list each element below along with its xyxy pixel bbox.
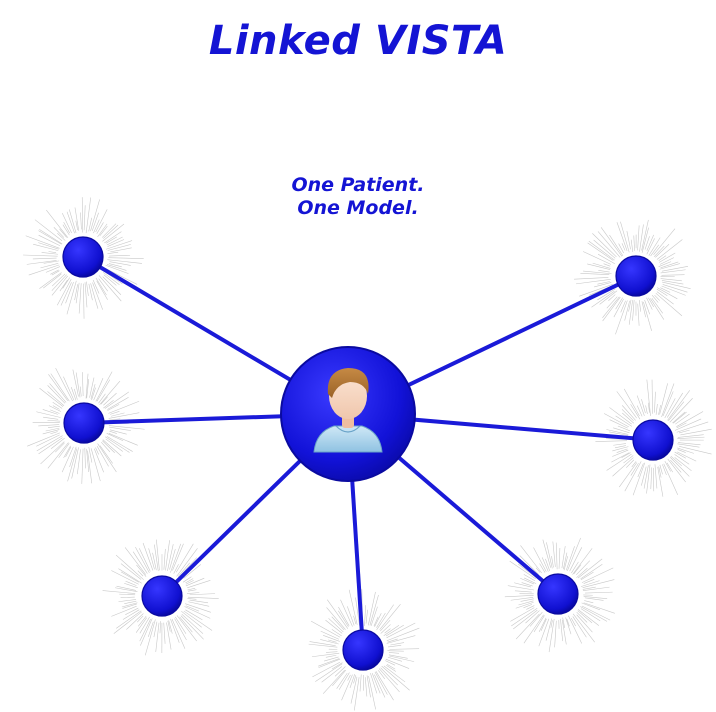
patient-hub [280, 346, 416, 482]
satellite-node [342, 629, 384, 671]
subtitle: One Patient. One Model. [0, 174, 716, 220]
satellite-node [615, 255, 657, 297]
subtitle-line-2: One Model. [297, 197, 419, 219]
network-diagram [23, 197, 712, 711]
satellite-node [62, 236, 104, 278]
subtitle-line-1: One Patient. [291, 174, 425, 196]
satellite-node [63, 402, 105, 444]
satellite-node [537, 573, 579, 615]
satellite-node [632, 419, 674, 461]
satellite-node [141, 575, 183, 617]
page-title: Linked VISTA [208, 18, 508, 64]
